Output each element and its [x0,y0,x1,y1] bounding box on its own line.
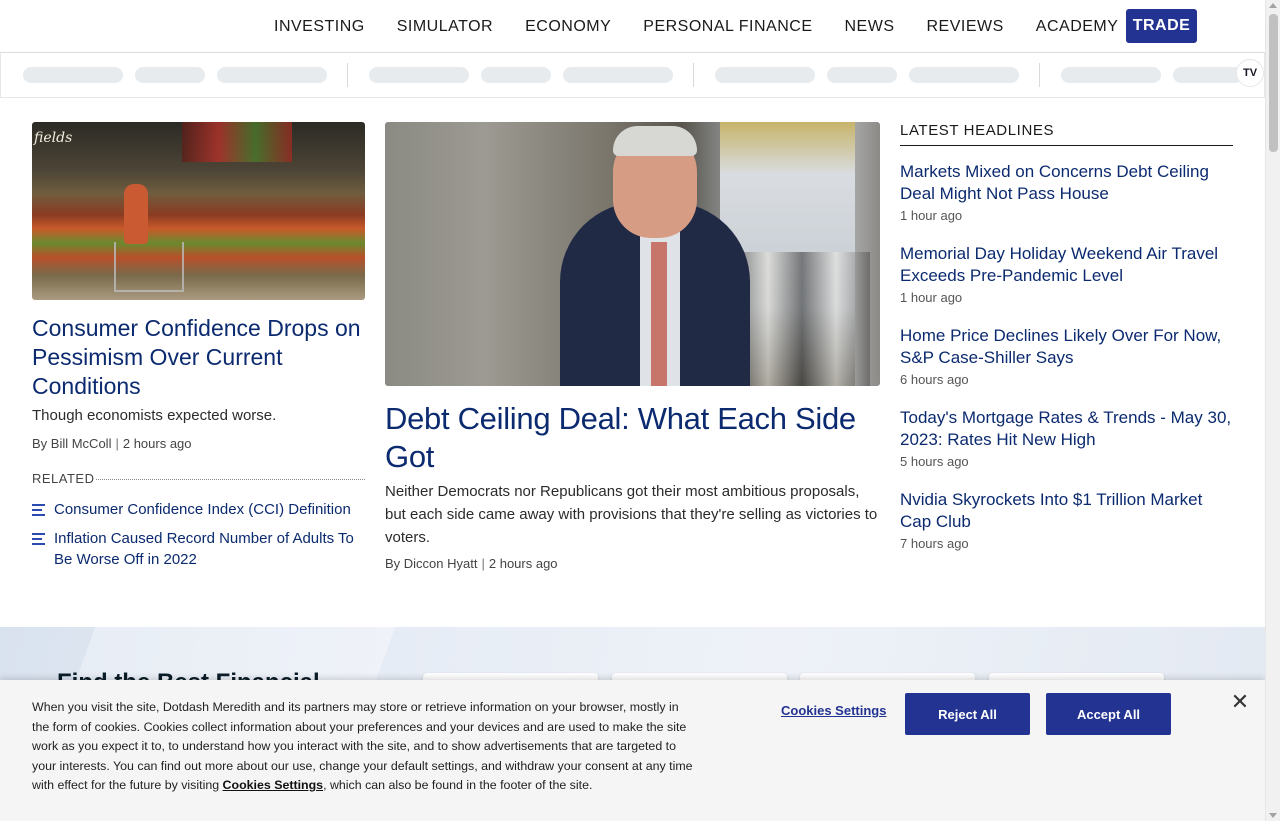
headline-title[interactable]: Today's Mortgage Rates & Trends - May 30… [900,407,1235,451]
close-icon[interactable]: ✕ [1230,691,1250,713]
cookie-settings-link[interactable]: Cookies Settings [781,703,886,718]
lead-article-dek: Neither Democrats nor Republicans got th… [385,483,878,546]
hair [613,126,697,156]
top-navigation: INVESTING SIMULATOR ECONOMY PERSONAL FIN… [0,0,1265,53]
headline-item[interactable]: Memorial Day Holiday Weekend Air Travel … [900,243,1235,305]
headline-time: 1 hour ago [900,208,963,223]
page-scrollbar[interactable] [1265,0,1280,821]
cookie-consent-banner: When you visit the site, Dotdash Meredit… [0,680,1265,821]
ticker-placeholder [1173,67,1243,83]
nav-item-reviews[interactable]: REVIEWS [911,0,1020,53]
scroll-down-arrow-icon[interactable] [1269,813,1277,818]
headline-time: 6 hours ago [900,372,969,387]
headline-item[interactable]: Today's Mortgage Rates & Trends - May 30… [900,407,1235,469]
ticker-bar: TV [0,53,1265,98]
shopping-cart [114,242,184,292]
ticker-divider [1039,63,1040,87]
article-list-icon [32,528,54,570]
scroll-up-arrow-icon[interactable] [1269,3,1277,8]
left-article-dek: Though economists expected worse. [32,407,277,424]
article-list-icon [32,499,54,520]
timestamp: 2 hours ago [488,556,558,571]
headline-item[interactable]: Markets Mixed on Concerns Debt Ceiling D… [900,161,1235,223]
nav-item-economy[interactable]: ECONOMY [509,0,627,53]
headline-title[interactable]: Markets Mixed on Concerns Debt Ceiling D… [900,161,1235,205]
trade-button[interactable]: TRADE [1126,9,1197,43]
reject-all-button[interactable]: Reject All [905,693,1030,735]
latest-headlines-title: LATEST HEADLINES [900,122,1233,146]
lead-article-headline[interactable]: Debt Ceiling Deal: What Each Side Got [385,400,880,476]
store-sign: fields [34,130,73,146]
ticker-placeholder [369,67,469,83]
headline-item[interactable]: Home Price Declines Likely Over For Now,… [900,325,1235,387]
headline-time: 1 hour ago [900,290,963,305]
headline-title[interactable]: Home Price Declines Likely Over For Now,… [900,325,1235,369]
related-item[interactable]: Inflation Caused Record Number of Adults… [32,528,365,570]
produce-aisle-image[interactable]: fields [32,122,365,300]
related-item-title[interactable]: Inflation Caused Record Number of Adults… [54,528,365,570]
ticker-placeholder [1061,67,1161,83]
cookie-settings-inline-link[interactable]: Cookies Settings [223,778,324,792]
nav-item-personal-finance[interactable]: PERSONAL FINANCE [627,0,828,53]
byline-separator: | [481,556,485,571]
related-item-title[interactable]: Consumer Confidence Index (CCI) Definiti… [54,499,351,520]
lead-article-image[interactable] [385,122,880,386]
ticker-placeholder [23,67,123,83]
headline-time: 7 hours ago [900,536,969,551]
timestamp: 2 hours ago [122,436,192,451]
byline-separator: | [115,436,119,451]
ticker-divider [347,63,348,87]
produce-display [182,122,292,162]
headline-title[interactable]: Memorial Day Holiday Weekend Air Travel … [900,243,1235,287]
left-article-byline: By Bill McColl | 2 hours ago [32,436,192,451]
ticker-placeholder [135,67,205,83]
left-article-headline[interactable]: Consumer Confidence Drops on Pessimism O… [32,314,365,401]
related-item[interactable]: Consumer Confidence Index (CCI) Definiti… [32,499,365,520]
ticker-placeholder [715,67,815,83]
related-divider [96,479,365,480]
scrollbar-thumb[interactable] [1269,14,1278,152]
tie [651,242,667,386]
author-link[interactable]: By Bill McColl [32,436,111,451]
cookie-text-tail: , which can also be found in the footer … [323,778,593,793]
tradingview-logo-icon[interactable]: TV [1236,59,1264,87]
nav-item-simulator[interactable]: SIMULATOR [381,0,509,53]
lead-article-byline: By Diccon Hyatt | 2 hours ago [385,556,558,571]
cookie-notice-text: When you visit the site, Dotdash Meredit… [32,698,697,796]
nav-item-news[interactable]: NEWS [829,0,911,53]
nav-menu: INVESTING SIMULATOR ECONOMY PERSONAL FIN… [258,0,1134,53]
nav-item-academy[interactable]: ACADEMY [1020,0,1135,53]
ticker-placeholder [217,67,327,83]
headline-time: 5 hours ago [900,454,969,469]
ticker-placeholder [827,67,897,83]
ticker-placeholder [481,67,551,83]
shopper [124,184,148,244]
author-link[interactable]: By Diccon Hyatt [385,556,477,571]
nav-item-investing[interactable]: INVESTING [258,0,381,53]
ticker-placeholder [563,67,673,83]
accept-all-button[interactable]: Accept All [1046,693,1171,735]
ticker-placeholder [909,67,1019,83]
headline-title[interactable]: Nvidia Skyrockets Into $1 Trillion Marke… [900,489,1235,533]
related-label: RELATED [32,471,95,486]
ticker-divider [693,63,694,87]
headline-item[interactable]: Nvidia Skyrockets Into $1 Trillion Marke… [900,489,1235,551]
